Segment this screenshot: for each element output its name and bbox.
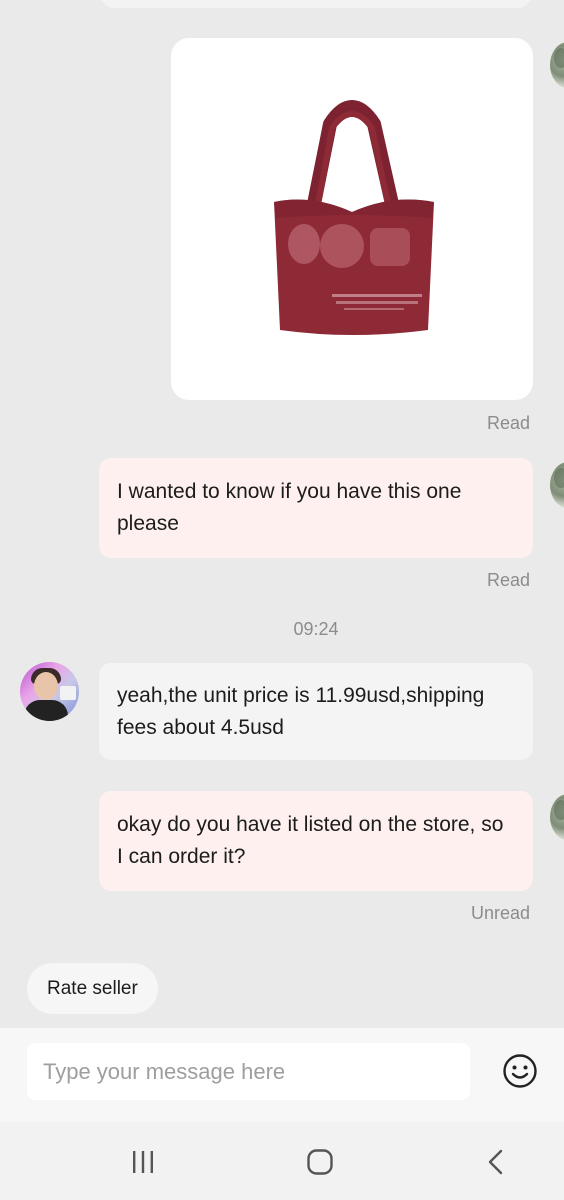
chat-area: Read I wanted to know if you have this o… — [0, 0, 564, 1028]
time-separator: 09:24 — [293, 619, 339, 639]
message-text: yeah,the unit price is 11.99usd,shipping… — [117, 683, 485, 739]
message-status: Unread — [470, 903, 530, 923]
rate-seller-button[interactable]: Rate seller — [27, 963, 158, 1014]
user-avatar[interactable] — [550, 42, 564, 88]
smiley-face-icon — [503, 1054, 537, 1088]
emoji-button[interactable] — [501, 1052, 539, 1090]
home-button[interactable] — [300, 1144, 340, 1180]
back-icon — [488, 1149, 503, 1175]
previous-message-bubble — [100, 0, 532, 8]
message-composer — [0, 1028, 564, 1122]
seller-avatar[interactable] — [20, 662, 79, 721]
message-text: I wanted to know if you have this one pl… — [117, 480, 462, 535]
back-button[interactable] — [477, 1144, 517, 1180]
message-input[interactable] — [27, 1043, 470, 1100]
user-avatar[interactable] — [550, 794, 564, 840]
outgoing-message[interactable]: okay do you have it listed on the store,… — [99, 791, 533, 891]
message-status: Read — [486, 570, 530, 590]
outgoing-message[interactable]: I wanted to know if you have this one pl… — [99, 458, 533, 558]
user-avatar[interactable] — [550, 462, 564, 508]
recent-apps-icon — [133, 1151, 153, 1173]
message-status: Read — [486, 413, 530, 433]
recent-apps-button[interactable] — [123, 1144, 163, 1180]
system-navigation-bar — [0, 1122, 564, 1200]
incoming-message[interactable]: yeah,the unit price is 11.99usd,shipping… — [99, 663, 533, 760]
home-icon — [307, 1149, 333, 1175]
tote-bag-image — [274, 100, 434, 335]
message-text: okay do you have it listed on the store,… — [117, 813, 504, 868]
image-message[interactable] — [171, 38, 533, 400]
